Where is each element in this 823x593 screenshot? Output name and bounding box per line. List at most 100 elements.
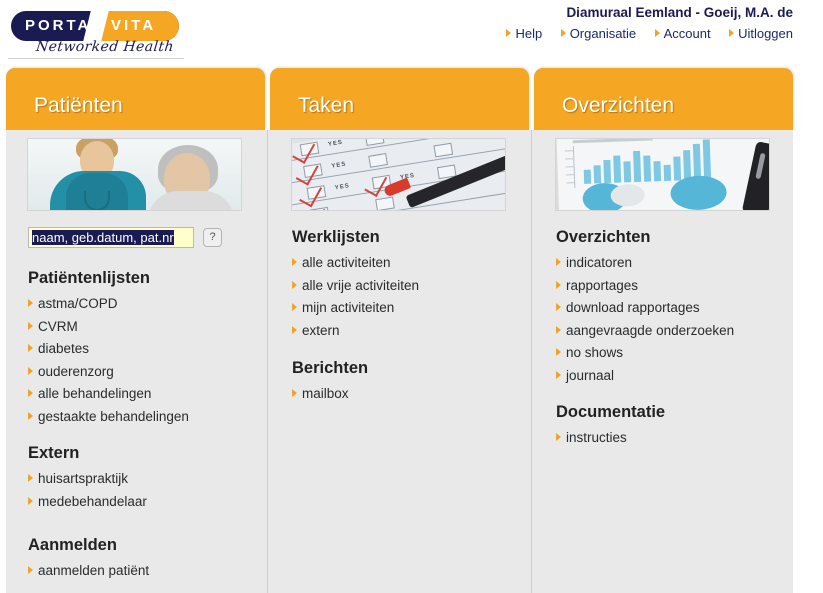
link-alle-vrije-activiteiten[interactable]: alle vrije activiteiten bbox=[292, 275, 524, 298]
triangle-bullet-icon bbox=[28, 344, 33, 352]
charts-report-with-pen-photo bbox=[555, 138, 770, 211]
tab-taken-label: Taken bbox=[298, 94, 355, 117]
triangle-bullet-icon bbox=[556, 303, 561, 311]
link-cvrm[interactable]: CVRM bbox=[28, 316, 260, 339]
link-journaal[interactable]: journaal bbox=[556, 365, 788, 388]
triangle-bullet-icon bbox=[506, 29, 512, 37]
nav-link-uitloggen[interactable]: Uitloggen bbox=[729, 26, 793, 41]
link-aanmelden-patient[interactable]: aanmelden patiënt bbox=[28, 560, 260, 583]
link-mailbox-label: mailbox bbox=[302, 386, 349, 401]
link-rapportages-label: rapportages bbox=[566, 277, 639, 293]
link-huisartspraktijk[interactable]: huisartspraktijk bbox=[28, 468, 260, 491]
patient-search-input[interactable] bbox=[28, 227, 194, 248]
logo-pill-shape: PORTA VITA bbox=[11, 11, 179, 41]
column-divider bbox=[267, 130, 268, 593]
tab-patienten-label: Patiënten bbox=[34, 94, 123, 117]
group-documentatie-title: Documentatie bbox=[556, 403, 666, 421]
link-no-shows-label: no shows bbox=[566, 345, 624, 360]
link-astma-copd-label: astma/COPD bbox=[38, 296, 118, 311]
link-ouderenzorg[interactable]: ouderenzorg bbox=[28, 361, 260, 384]
three-column-panel: ? Patiëntenlijsten astma/COPD CVRM diabe… bbox=[6, 130, 793, 593]
link-aangevraagde-onderzoeken-label: aangevraagde onderzoeken bbox=[566, 322, 735, 338]
link-instructies[interactable]: instructies bbox=[556, 427, 788, 450]
column-taken: YES NO YES YES YES Wer bbox=[270, 130, 529, 593]
triangle-bullet-icon bbox=[654, 29, 660, 37]
header-right-block: Diamuraal Eemland - Goeij, M.A. de Help … bbox=[492, 4, 793, 43]
group-documentatie: Documentatie instructies bbox=[556, 402, 788, 450]
triangle-bullet-icon bbox=[28, 411, 33, 420]
portavita-logo: PORTA VITA Networked Health bbox=[8, 5, 184, 59]
link-journaal-label: journaal bbox=[566, 367, 615, 383]
tab-overzichten[interactable]: Overzichten bbox=[534, 68, 793, 130]
column-overzichten: Overzichten indicatoren rapportages down… bbox=[534, 130, 793, 593]
group-aanmelden: Aanmelden aanmelden patiënt bbox=[28, 535, 260, 583]
triangle-bullet-icon bbox=[28, 299, 33, 307]
nav-link-account[interactable]: Account bbox=[654, 26, 711, 41]
group-overzichten: Overzichten indicatoren rapportages down… bbox=[556, 227, 788, 387]
link-extern-taken[interactable]: extern bbox=[292, 320, 524, 343]
link-alle-activiteiten[interactable]: alle activiteiten bbox=[292, 252, 524, 275]
group-extern: Extern huisartspraktijk medebehandelaar bbox=[28, 443, 260, 513]
group-werklijsten-title: Werklijsten bbox=[292, 228, 380, 246]
link-gestaakte-behandelingen[interactable]: gestaakte behandelingen bbox=[28, 406, 260, 429]
link-gestaakte-behandelingen-label: gestaakte behandelingen bbox=[38, 408, 189, 424]
link-alle-behandelingen-label: alle behandelingen bbox=[38, 386, 152, 401]
nav-link-organisatie-label: Organisatie bbox=[569, 26, 637, 41]
tab-taken[interactable]: Taken bbox=[270, 68, 529, 130]
nav-link-account-label: Account bbox=[663, 26, 711, 41]
tab-patienten[interactable]: Patiënten bbox=[6, 68, 265, 130]
link-ouderenzorg-label: ouderenzorg bbox=[38, 363, 114, 379]
link-medebehandelaar-label: medebehandelaar bbox=[38, 493, 147, 509]
portavita-portal-page: PORTA VITA Networked Health Diamuraal Ee… bbox=[0, 0, 823, 593]
nurse-and-patient-photo bbox=[27, 138, 242, 211]
triangle-bullet-icon bbox=[560, 29, 566, 37]
triangle-bullet-icon bbox=[292, 303, 297, 311]
triangle-bullet-icon bbox=[556, 433, 561, 441]
link-medebehandelaar[interactable]: medebehandelaar bbox=[28, 491, 260, 514]
nav-link-help-label: Help bbox=[515, 26, 543, 41]
triangle-bullet-icon bbox=[28, 321, 33, 330]
link-astma-copd[interactable]: astma/COPD bbox=[28, 293, 260, 316]
link-download-rapportages[interactable]: download rapportages bbox=[556, 297, 788, 320]
logo-underline-divider bbox=[8, 58, 184, 59]
logo-tagline: Networked Health bbox=[35, 39, 175, 55]
group-patientenlijsten-title: Patiëntenlijsten bbox=[28, 269, 150, 287]
link-mailbox[interactable]: mailbox bbox=[292, 383, 524, 406]
link-instructies-label: instructies bbox=[566, 430, 627, 445]
link-alle-behandelingen[interactable]: alle behandelingen bbox=[28, 383, 260, 406]
triangle-bullet-icon bbox=[729, 29, 735, 37]
triangle-bullet-icon bbox=[292, 258, 297, 266]
triangle-bullet-icon bbox=[28, 474, 33, 482]
link-aanmelden-patient-label: aanmelden patiënt bbox=[38, 563, 150, 578]
triangle-bullet-icon bbox=[556, 370, 561, 379]
link-no-shows[interactable]: no shows bbox=[556, 342, 788, 365]
link-mijn-activiteiten[interactable]: mijn activiteiten bbox=[292, 297, 524, 320]
triangle-bullet-icon bbox=[556, 348, 561, 356]
patient-search-row: ? bbox=[28, 227, 222, 248]
help-question-icon[interactable]: ? bbox=[203, 228, 222, 247]
link-alle-activiteiten-label: alle activiteiten bbox=[302, 255, 391, 270]
triangle-bullet-icon bbox=[556, 258, 561, 266]
link-diabetes[interactable]: diabetes bbox=[28, 338, 260, 361]
nav-link-uitloggen-label: Uitloggen bbox=[738, 26, 793, 41]
group-patientenlijsten: Patiëntenlijsten astma/COPD CVRM diabete… bbox=[28, 268, 260, 428]
link-huisartspraktijk-label: huisartspraktijk bbox=[38, 471, 129, 486]
nav-link-help[interactable]: Help bbox=[506, 26, 542, 41]
column-divider bbox=[531, 130, 532, 593]
link-rapportages[interactable]: rapportages bbox=[556, 275, 788, 298]
group-berichten-title: Berichten bbox=[292, 359, 369, 377]
link-alle-vrije-activiteiten-label: alle vrije activiteiten bbox=[302, 277, 420, 293]
link-indicatoren[interactable]: indicatoren bbox=[556, 252, 788, 275]
triangle-bullet-icon bbox=[28, 389, 33, 397]
logo-word-porta: PORTA bbox=[25, 17, 92, 34]
link-cvrm-label: CVRM bbox=[38, 318, 78, 334]
group-werklijsten: Werklijsten alle activiteiten alle vrije… bbox=[292, 227, 524, 342]
link-aangevraagde-onderzoeken[interactable]: aangevraagde onderzoeken bbox=[556, 320, 788, 343]
organisation-and-user-label: Diamuraal Eemland - Goeij, M.A. de bbox=[566, 5, 793, 20]
tab-overzichten-label: Overzichten bbox=[562, 94, 675, 117]
column-patienten: ? Patiëntenlijsten astma/COPD CVRM diabe… bbox=[6, 130, 265, 593]
nav-link-organisatie[interactable]: Organisatie bbox=[560, 26, 637, 41]
logo-word-vita: VITA bbox=[111, 17, 157, 34]
triangle-bullet-icon bbox=[292, 325, 297, 334]
main-tab-bar: Patiënten Taken Overzichten bbox=[0, 62, 823, 130]
